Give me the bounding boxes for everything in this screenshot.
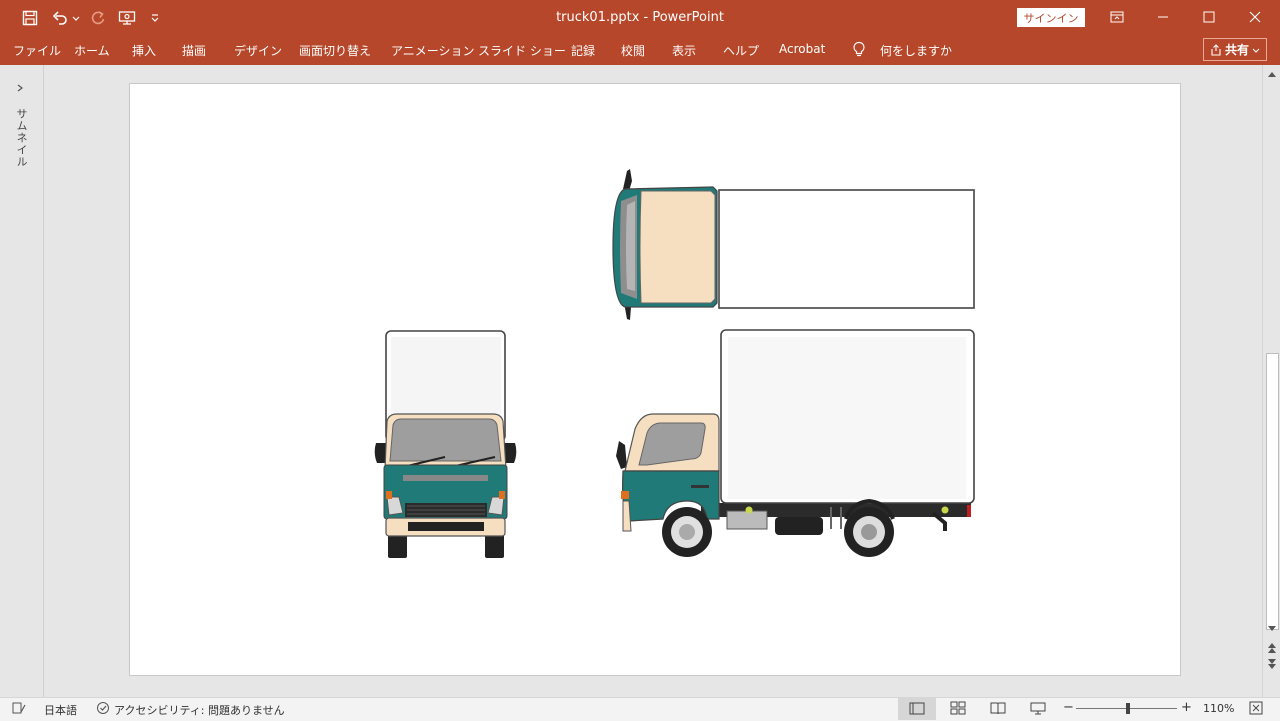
tab-slideshow[interactable]: スライド ショー xyxy=(478,42,566,59)
signin-button[interactable]: サインイン xyxy=(1017,8,1085,27)
redo-icon[interactable] xyxy=(88,6,108,30)
share-label: 共有 xyxy=(1224,43,1249,57)
present-from-start-icon[interactable] xyxy=(117,6,137,30)
title-bar: truck01.pptx - PowerPoint サインイン xyxy=(0,0,1280,36)
accessibility-status[interactable]: アクセシビリティ: 問題ありません xyxy=(114,702,285,718)
normal-view-button[interactable] xyxy=(898,698,936,720)
tab-insert[interactable]: 挿入 xyxy=(132,42,156,59)
tab-view[interactable]: 表示 xyxy=(672,42,696,59)
tab-record[interactable]: 記録 xyxy=(571,42,595,59)
slideshow-view-icon[interactable] xyxy=(1030,701,1046,715)
truck-illustration[interactable] xyxy=(130,84,1180,675)
save-icon[interactable] xyxy=(18,6,42,30)
fit-to-window-icon[interactable] xyxy=(1249,701,1263,715)
scroll-up-icon[interactable] xyxy=(1267,70,1277,78)
zoom-in-icon[interactable]: + xyxy=(1181,700,1192,715)
lightbulb-icon[interactable] xyxy=(852,41,866,57)
share-button[interactable]: 共有 xyxy=(1203,38,1267,61)
zoom-level[interactable]: 110% xyxy=(1203,702,1234,715)
zoom-out-icon[interactable]: − xyxy=(1063,700,1074,715)
customize-qat-icon[interactable] xyxy=(148,6,162,30)
tab-help[interactable]: ヘルプ xyxy=(723,42,759,59)
tab-design[interactable]: デザイン xyxy=(234,42,282,59)
truck-side-view xyxy=(616,329,975,557)
reading-view-icon[interactable] xyxy=(990,701,1006,715)
undo-dropdown-icon[interactable] xyxy=(71,6,81,30)
previous-slide-icon[interactable] xyxy=(1267,642,1277,654)
minimize-icon[interactable] xyxy=(1140,0,1186,34)
scroll-thumb[interactable] xyxy=(1266,353,1279,630)
thumbnail-pane-label[interactable]: サムネイル xyxy=(13,108,29,168)
truck-front-view xyxy=(374,330,517,558)
notes-toggle-icon[interactable] xyxy=(12,701,26,715)
undo-icon[interactable] xyxy=(50,6,70,30)
scroll-down-icon[interactable] xyxy=(1267,625,1277,633)
share-icon xyxy=(1210,43,1222,56)
next-slide-icon[interactable] xyxy=(1267,658,1277,670)
vertical-scrollbar[interactable] xyxy=(1262,65,1280,697)
ribbon-tabs: ファイル ホーム 挿入 描画 デザイン 画面切り替え アニメーション スライド … xyxy=(0,36,1280,65)
tab-draw[interactable]: 描画 xyxy=(182,42,206,59)
tab-review[interactable]: 校閲 xyxy=(621,42,645,59)
tab-animations[interactable]: アニメーション xyxy=(391,42,475,59)
window-title: truck01.pptx - PowerPoint xyxy=(556,10,724,25)
slide-sorter-icon[interactable] xyxy=(950,701,966,715)
tell-me-search[interactable]: 何をしますか xyxy=(880,42,952,59)
status-bar: 日本語 アクセシビリティ: 問題ありません − + 110% xyxy=(0,697,1280,721)
accessibility-icon[interactable] xyxy=(96,701,110,715)
close-icon[interactable] xyxy=(1232,0,1278,34)
maximize-icon[interactable] xyxy=(1186,0,1232,34)
tab-file[interactable]: ファイル xyxy=(13,42,61,59)
tab-home[interactable]: ホーム xyxy=(74,42,110,59)
zoom-slider-thumb[interactable] xyxy=(1126,703,1130,714)
chevron-down-icon xyxy=(1252,46,1260,54)
language-indicator[interactable]: 日本語 xyxy=(44,702,77,718)
tab-transitions[interactable]: 画面切り替え xyxy=(299,42,371,59)
ribbon-display-options-icon[interactable] xyxy=(1094,0,1140,34)
tab-acrobat[interactable]: Acrobat xyxy=(779,42,825,56)
expand-thumbnails-icon[interactable] xyxy=(15,83,25,93)
thumbnail-pane: サムネイル xyxy=(0,65,44,697)
slide-canvas[interactable] xyxy=(129,83,1181,676)
truck-top-view xyxy=(612,169,975,320)
